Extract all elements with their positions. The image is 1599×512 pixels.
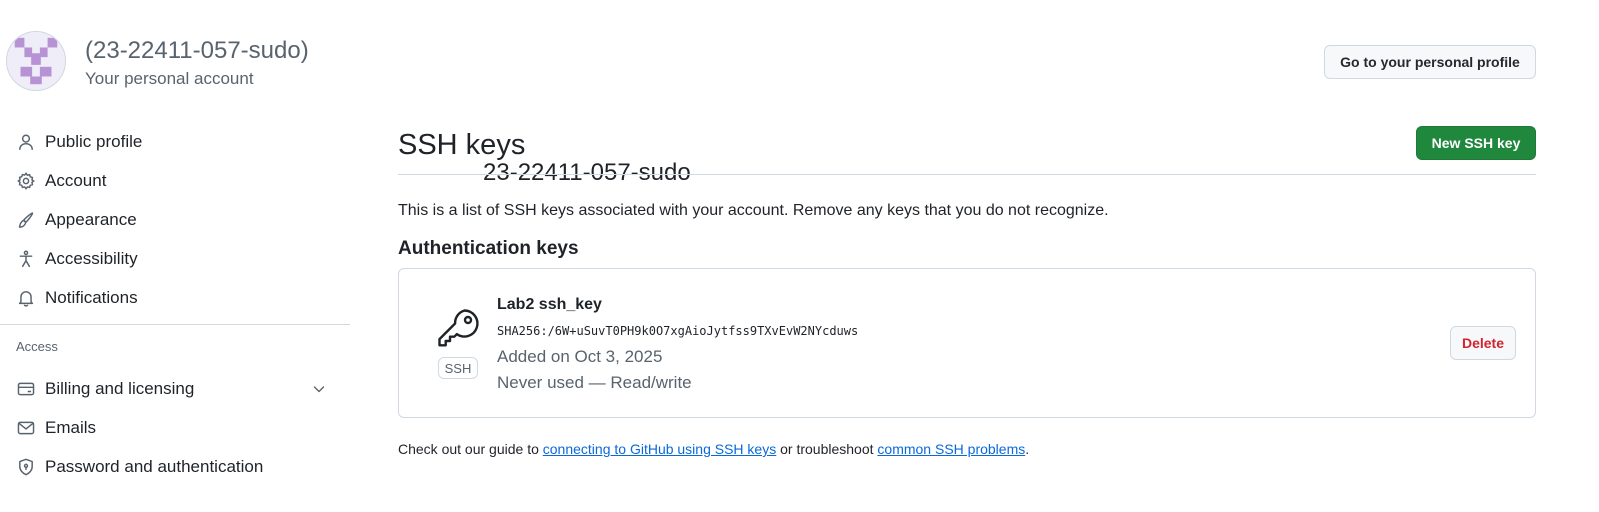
key-added-date: Added on Oct 3, 2025 bbox=[497, 347, 663, 366]
account-header: 23-22411-057-sudo (23-22411-057-sudo) Yo… bbox=[0, 0, 1599, 186]
avatar[interactable] bbox=[6, 31, 66, 91]
guide-note-middle: or troubleshoot bbox=[776, 441, 878, 457]
sidebar-item-label: Billing and licensing bbox=[45, 378, 195, 398]
ssh-badge: SSH bbox=[438, 357, 478, 379]
page-title: SSH keys bbox=[398, 129, 526, 161]
sidebar-item-billing[interactable]: Billing and licensing bbox=[0, 369, 350, 408]
key-usage-status: Never used — Read/write bbox=[497, 373, 692, 392]
sidebar-item-public-profile[interactable]: Public profile bbox=[0, 122, 350, 161]
new-ssh-key-button[interactable]: New SSH key bbox=[1416, 126, 1536, 160]
sidebar-divider bbox=[0, 324, 350, 325]
common-ssh-problems-link[interactable]: common SSH problems bbox=[877, 441, 1025, 457]
account-subtitle: Your personal account bbox=[85, 69, 254, 88]
key-fingerprint: SHA256:/6W+uSuvT0PH9k0O7xgAioJytfss9TXvE… bbox=[497, 324, 859, 338]
sidebar-item-password-authentication[interactable]: Password and authentication bbox=[0, 447, 350, 486]
bell-icon bbox=[16, 288, 36, 308]
sidebar-item-label: Notifications bbox=[45, 287, 138, 307]
paintbrush-icon bbox=[16, 210, 36, 230]
sidebar-heading-access: Access bbox=[16, 339, 58, 354]
connecting-ssh-guide-link[interactable]: connecting to GitHub using SSH keys bbox=[543, 441, 776, 457]
sidebar-item-label: Account bbox=[45, 170, 107, 190]
identicon-icon bbox=[7, 32, 65, 90]
ssh-key-list-item: SSH Lab2 ssh_key SHA256:/6W+uSuvT0PH9k0O… bbox=[398, 268, 1536, 418]
delete-key-button[interactable]: Delete bbox=[1450, 326, 1516, 360]
key-icon bbox=[438, 309, 479, 347]
sidebar-item-label: Password and authentication bbox=[45, 456, 264, 476]
person-icon bbox=[16, 132, 36, 152]
sidebar-item-label: Appearance bbox=[45, 209, 137, 229]
guide-note-suffix: . bbox=[1025, 441, 1030, 457]
chevron-down-icon[interactable] bbox=[311, 381, 327, 397]
gear-icon bbox=[16, 171, 36, 191]
sidebar-item-emails[interactable]: Emails bbox=[0, 408, 350, 447]
credit-card-icon bbox=[16, 379, 36, 399]
key-title: Lab2 ssh_key bbox=[497, 296, 602, 313]
account-login: (23-22411-057-sudo) bbox=[85, 37, 309, 64]
sidebar-item-appearance[interactable]: Appearance bbox=[0, 200, 350, 239]
accessibility-icon bbox=[16, 249, 36, 269]
title-divider bbox=[398, 174, 1536, 175]
account-title: 23-22411-057-sudo (23-22411-057-sudo) bbox=[85, 36, 691, 186]
sidebar-item-label: Accessibility bbox=[45, 248, 138, 268]
account-name: 23-22411-057-sudo bbox=[483, 159, 691, 186]
sidebar-item-label: Public profile bbox=[45, 131, 143, 151]
shield-lock-icon bbox=[16, 457, 36, 477]
settings-sidebar: Public profile Account Appearance Access… bbox=[0, 122, 350, 486]
page-description: This is a list of SSH keys associated wi… bbox=[398, 202, 1109, 219]
go-to-profile-button[interactable]: Go to your personal profile bbox=[1324, 45, 1536, 79]
guide-note-prefix: Check out our guide to bbox=[398, 441, 543, 457]
authentication-keys-heading: Authentication keys bbox=[398, 238, 579, 259]
mail-icon bbox=[16, 418, 36, 438]
sidebar-item-notifications[interactable]: Notifications bbox=[0, 278, 350, 317]
sidebar-item-label: Emails bbox=[45, 417, 97, 437]
ssh-guide-note: Check out our guide to connecting to Git… bbox=[398, 439, 1029, 459]
sidebar-item-account[interactable]: Account bbox=[0, 161, 350, 200]
sidebar-item-accessibility[interactable]: Accessibility bbox=[0, 239, 350, 278]
